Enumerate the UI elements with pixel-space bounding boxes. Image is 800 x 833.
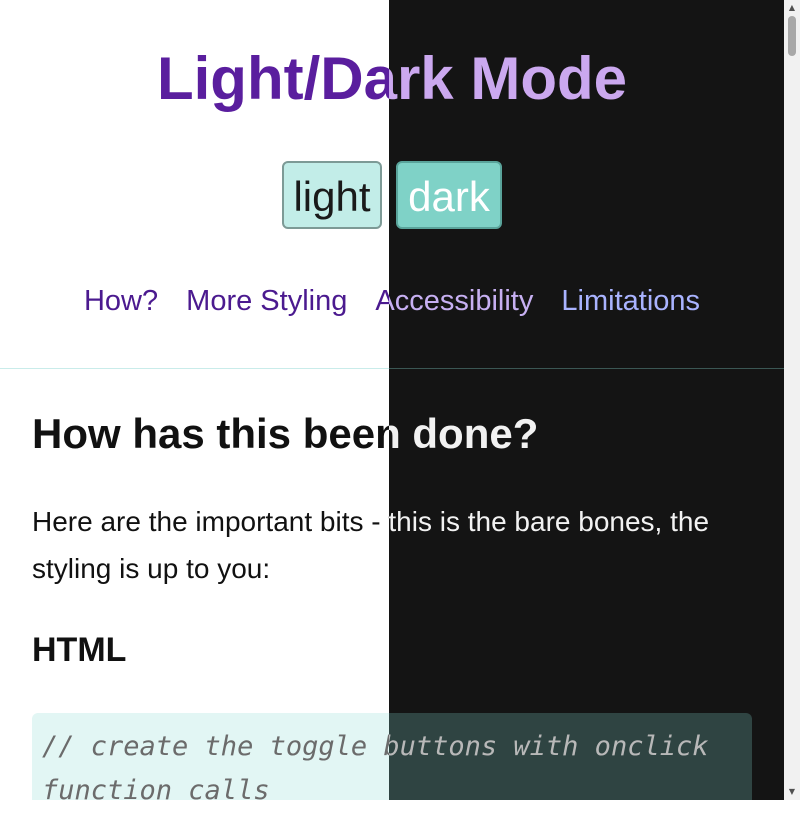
nav-link-limitations-dark[interactable]: Limitations bbox=[561, 285, 700, 317]
chevron-up-icon[interactable]: ▲ bbox=[784, 0, 800, 16]
nav-link-accessibility-dark[interactable]: Accessibility bbox=[389, 285, 533, 317]
chevron-down-icon[interactable]: ▼ bbox=[784, 784, 800, 800]
nav-link-more-styling[interactable]: More Styling bbox=[186, 285, 347, 317]
html-subheading: HTML bbox=[32, 631, 127, 669]
light-mode-button[interactable]: light bbox=[282, 161, 382, 229]
scrollbar-thumb[interactable] bbox=[788, 16, 796, 56]
nav-link-how[interactable]: How? bbox=[84, 285, 158, 317]
dark-mode-button-dark[interactable]: dark bbox=[396, 161, 502, 229]
vertical-scrollbar[interactable]: ▲ ▼ bbox=[784, 0, 800, 800]
